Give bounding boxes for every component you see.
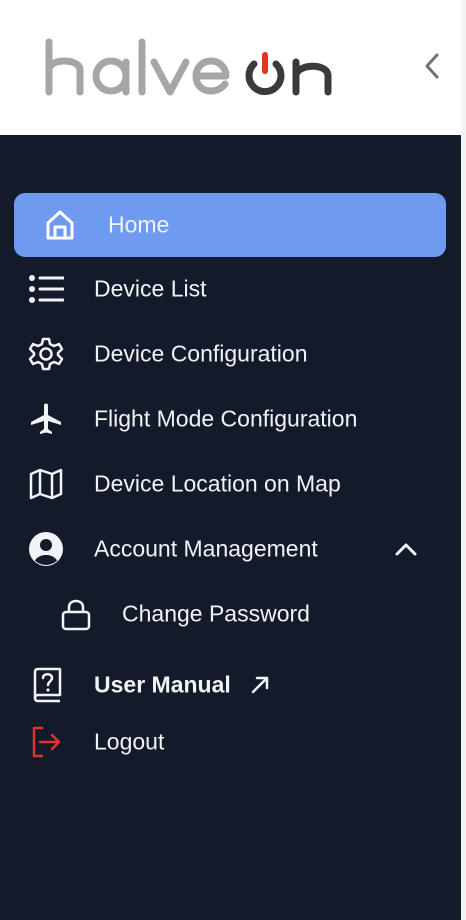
logout-icon (28, 724, 64, 760)
scrollbar-track (461, 0, 466, 920)
help-book-icon (28, 667, 64, 703)
external-link-icon (248, 673, 272, 697)
collapse-sidebar-button[interactable] (416, 46, 448, 86)
airplane-icon (28, 401, 64, 437)
nav-label-user-manual: User Manual (94, 671, 231, 698)
nav-label-device-list: Device List (94, 275, 207, 302)
chevron-left-icon (425, 53, 439, 79)
home-icon (42, 207, 78, 243)
nav-item-device-configuration[interactable]: Device Configuration (14, 322, 446, 386)
nav-item-user-manual[interactable]: User Manual (14, 653, 446, 717)
nav-label-device-configuration: Device Configuration (94, 340, 308, 367)
nav-label-change-password: Change Password (122, 600, 310, 627)
nav-item-device-list[interactable]: Device List (14, 257, 446, 321)
nav-label-home: Home (108, 211, 170, 238)
sidebar: Home Device List Device Configuration Fl… (0, 135, 461, 920)
halveon-logo (45, 38, 332, 96)
list-icon (28, 271, 64, 307)
nav-label-flight-mode-configuration: Flight Mode Configuration (94, 405, 358, 432)
user-circle-icon (28, 531, 64, 567)
nav-item-device-location[interactable]: Device Location on Map (14, 452, 446, 516)
nav-item-logout[interactable]: Logout (14, 710, 446, 774)
nav-label-account-management: Account Management (94, 535, 318, 562)
lock-icon (58, 596, 94, 632)
chevron-up-icon[interactable] (388, 531, 424, 567)
map-icon (28, 466, 64, 502)
nav-label-device-location: Device Location on Map (94, 470, 341, 497)
nav-item-home[interactable]: Home (14, 193, 446, 257)
nav-item-change-password[interactable]: Change Password (14, 582, 446, 646)
gear-icon (28, 336, 64, 372)
nav-item-flight-mode-configuration[interactable]: Flight Mode Configuration (14, 387, 446, 451)
nav-item-account-management[interactable]: Account Management (14, 517, 446, 581)
nav-label-logout: Logout (94, 728, 165, 755)
header (0, 0, 466, 135)
